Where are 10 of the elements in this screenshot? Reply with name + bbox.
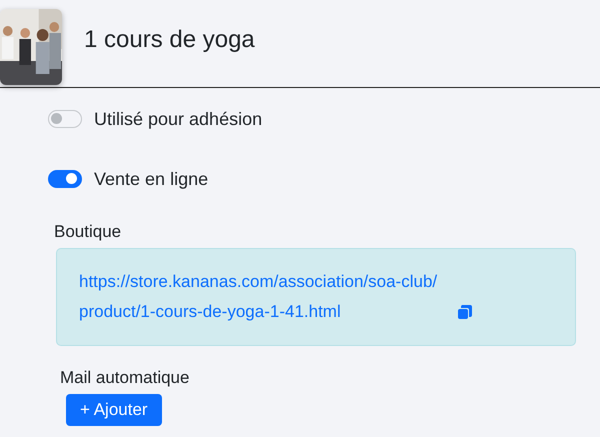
shop-link[interactable]: https://store.kananas.com/association/soa-club/ product/1-cours-de-yoga-1-41.html: [79, 267, 438, 327]
add-button[interactable]: + Ajouter: [66, 394, 162, 426]
field-label: Boutique: [54, 222, 122, 242]
toggle-label: Vente en ligne: [94, 168, 208, 190]
toggle-label: Utilisé pour adhésion: [94, 108, 262, 130]
field-label: Mail automatique: [60, 368, 190, 388]
toggle-switch[interactable]: [48, 110, 82, 128]
product-title: 1 cours de yoga: [84, 26, 255, 54]
copy-icon[interactable]: [457, 304, 474, 320]
toggle-switch[interactable]: [48, 170, 82, 188]
